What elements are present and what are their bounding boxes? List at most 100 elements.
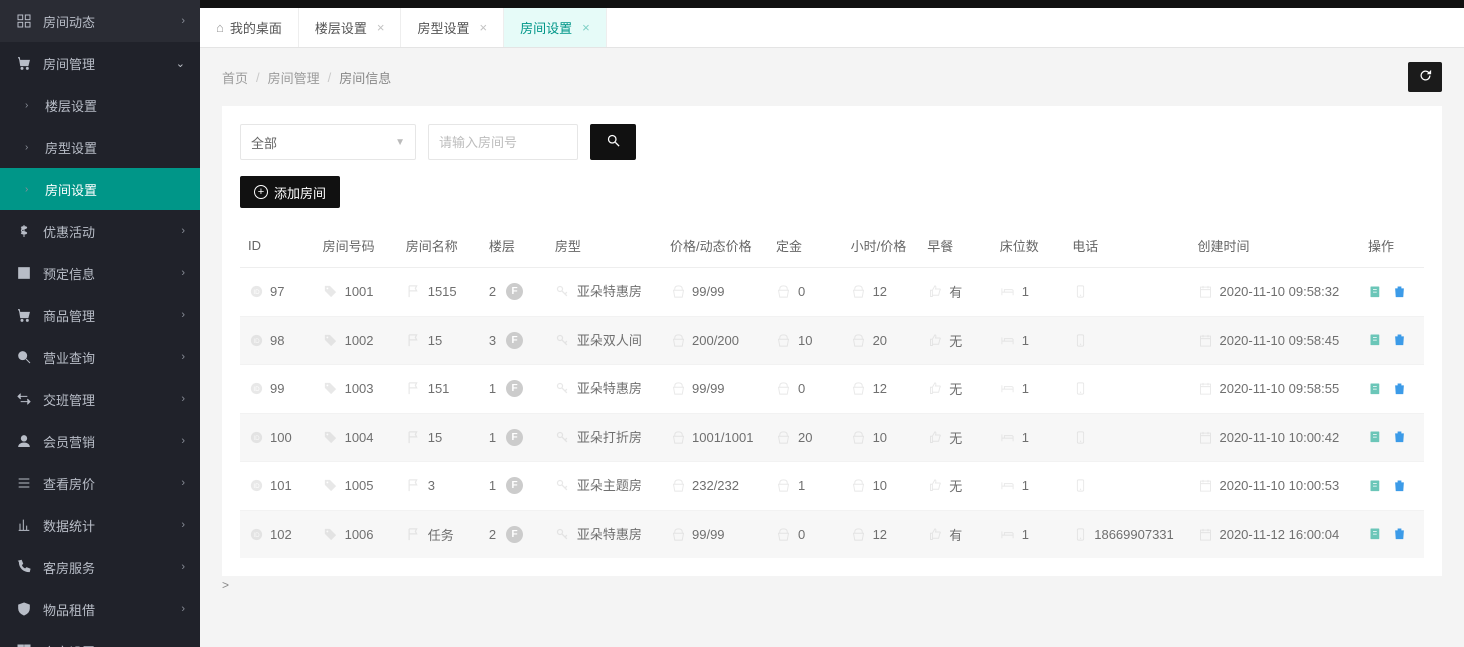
crumb-sep: / [256,70,260,85]
cell-created: 2020-11-10 10:00:53 [1219,476,1339,496]
cell-id: 101 [270,478,292,493]
edit-button[interactable] [1368,526,1384,542]
close-icon[interactable]: × [480,20,488,35]
menu-icon [15,601,33,617]
calendar-icon [1197,429,1213,445]
col-hourly: 小时/价格 [843,224,920,268]
svg-text:ID: ID [253,338,260,345]
id-icon: ID [248,429,264,445]
cell-price: 99/99 [692,282,725,302]
thumb-icon [927,526,943,542]
delete-button[interactable] [1392,478,1408,494]
menu-icon [15,13,33,29]
close-icon[interactable]: × [377,20,385,35]
sidebar-item[interactable]: ›房间设置 [0,168,200,210]
money-icon [776,381,792,397]
tag-icon [323,284,339,300]
sidebar-item[interactable]: 查看房价› [0,462,200,504]
sidebar-item[interactable]: 营业查询› [0,336,200,378]
cell-type: 亚朵主题房 [577,476,642,496]
sidebar-item-label: 客房服务 [43,558,95,577]
crumb-mid[interactable]: 房间管理 [268,68,320,87]
chevron-icon: › [181,267,185,279]
cell-deposit: 0 [798,381,805,396]
sidebar-item[interactable]: 客房服务› [0,546,200,588]
thumb-icon [927,478,943,494]
add-room-button[interactable]: + 添加房间 [240,176,340,208]
tab[interactable]: ⌂我的桌面 [200,8,299,47]
col-phone: 电话 [1064,224,1189,268]
chevron-icon: › [181,435,185,447]
sidebar-item[interactable]: 房间动态› [0,0,200,42]
cell-type: 亚朵特惠房 [577,525,642,545]
sidebar-item[interactable]: 预定信息› [0,252,200,294]
crumb-current: 房间信息 [339,68,391,87]
sidebar-item[interactable]: 优惠活动› [0,210,200,252]
search-icon [606,133,621,151]
tag-icon [323,332,339,348]
sidebar-item[interactable]: 房间管理⌄ [0,42,200,84]
edit-button[interactable] [1368,478,1384,494]
breadcrumb-bar: 首页 / 房间管理 / 房间信息 [200,48,1464,106]
svg-text:ID: ID [253,532,260,539]
delete-button[interactable] [1392,381,1408,397]
room-number-input[interactable] [439,135,567,150]
home-icon: ⌂ [216,20,224,35]
floor-badge: F [506,380,523,397]
key-icon [555,478,571,494]
chevron-icon: › [181,351,185,363]
caret-down-icon: ▼ [395,137,405,148]
money-icon [776,284,792,300]
menu-icon [15,643,33,647]
sidebar-item-label: 查看房价 [43,474,95,493]
category-select[interactable]: 全部 ▼ [240,124,416,160]
sidebar-item[interactable]: 夜审设置› [0,630,200,647]
cell-type: 亚朵打折房 [577,428,642,448]
key-icon [555,284,571,300]
sidebar-item[interactable]: 交班管理› [0,378,200,420]
cell-price: 1001/1001 [692,428,753,448]
tab[interactable]: 楼层设置× [299,8,402,47]
delete-button[interactable] [1392,429,1408,445]
money-icon [670,478,686,494]
add-room-label: 添加房间 [274,183,326,202]
cell-beds: 1 [1022,284,1029,299]
delete-button[interactable] [1392,284,1408,300]
cell-room-number: 1005 [345,478,374,493]
phone-icon [1072,284,1088,300]
sidebar-item[interactable]: ›房型设置 [0,126,200,168]
bed-icon [1000,284,1016,300]
edit-button[interactable] [1368,284,1384,300]
sidebar-item[interactable]: 商品管理› [0,294,200,336]
delete-button[interactable] [1392,526,1408,542]
tab[interactable]: 房间设置× [504,8,607,47]
svg-text:ID: ID [253,435,260,442]
sidebar-item[interactable]: 物品租借› [0,588,200,630]
col-breakfast: 早餐 [919,224,991,268]
search-button[interactable] [590,124,636,160]
menu-icon [15,265,33,281]
close-icon[interactable]: × [582,20,590,35]
col-floor: 楼层 [481,224,547,268]
cell-id: 99 [270,381,284,396]
cell-room-name: 15 [428,430,442,445]
sidebar-item[interactable]: 数据统计› [0,504,200,546]
edit-button[interactable] [1368,381,1384,397]
sidebar-item[interactable]: 会员营销› [0,420,200,462]
flag-icon [406,478,422,494]
calendar-icon [1197,284,1213,300]
crumb-root[interactable]: 首页 [222,68,248,87]
filter-toolbar: 全部 ▼ [240,124,1424,160]
cell-deposit: 20 [798,430,812,445]
refresh-button[interactable] [1408,62,1442,92]
key-icon [555,526,571,542]
key-icon [555,429,571,445]
menu-icon [15,559,33,575]
cell-beds: 1 [1022,333,1029,348]
refresh-icon [1418,68,1433,86]
tab[interactable]: 房型设置× [401,8,504,47]
edit-button[interactable] [1368,332,1384,348]
edit-button[interactable] [1368,429,1384,445]
sidebar-item[interactable]: ›楼层设置 [0,84,200,126]
delete-button[interactable] [1392,332,1408,348]
